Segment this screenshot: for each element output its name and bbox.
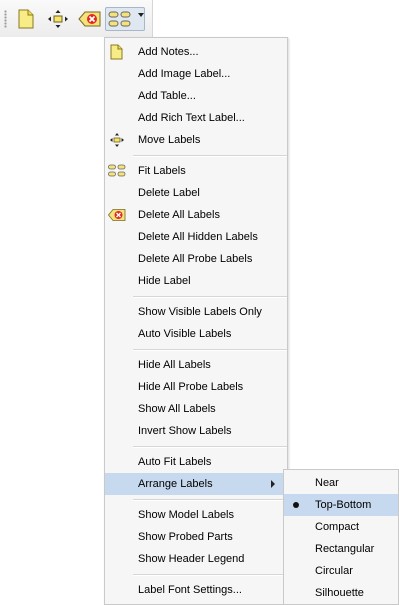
menu-separator xyxy=(133,349,287,351)
menu-item-label: Label Font Settings... xyxy=(138,584,242,596)
arrange-labels-submenu: Near Top-Bottom Compact Rectangular Circ… xyxy=(283,469,399,605)
menu-item-label: Delete All Hidden Labels xyxy=(138,231,258,243)
menu-item-label: Fit Labels xyxy=(138,165,186,177)
fit-labels-icon xyxy=(108,162,126,180)
chevron-down-icon[interactable] xyxy=(138,13,144,17)
menu-item-label: Hide Label xyxy=(138,275,191,287)
menu-item-hide-label[interactable]: Hide Label xyxy=(105,270,287,292)
menu-item-show-probed-parts[interactable]: Show Probed Parts xyxy=(105,526,287,548)
move-labels-toolbar-button[interactable] xyxy=(44,7,71,31)
delete-all-labels-icon xyxy=(108,206,126,224)
menu-item-label: Auto Visible Labels xyxy=(138,328,232,340)
menu-item-label: Invert Show Labels xyxy=(138,425,232,437)
menu-item-delete-label[interactable]: Delete Label xyxy=(105,182,287,204)
menu-item-label: Show Visible Labels Only xyxy=(138,306,262,318)
menu-item-label: Move Labels xyxy=(138,134,201,146)
submenu-item-compact[interactable]: Compact xyxy=(284,516,398,538)
menu-separator xyxy=(133,296,287,298)
labels-dropdown-menu: Add Notes... Add Image Label... Add Tabl… xyxy=(104,37,288,605)
submenu-item-rectangular[interactable]: Rectangular xyxy=(284,538,398,560)
menu-item-hide-all-labels[interactable]: Hide All Labels xyxy=(105,354,287,376)
menu-item-label-font-settings[interactable]: Label Font Settings... xyxy=(105,579,287,601)
menu-separator xyxy=(133,155,287,157)
menu-item-hide-all-probe-labels[interactable]: Hide All Probe Labels xyxy=(105,376,287,398)
fit-labels-icon xyxy=(108,11,131,27)
menu-item-fit-labels[interactable]: Fit Labels xyxy=(105,160,287,182)
submenu-item-label: Circular xyxy=(315,565,353,577)
notes-icon xyxy=(108,43,126,61)
menu-item-label: Add Rich Text Label... xyxy=(138,112,245,124)
move-labels-icon xyxy=(47,10,68,28)
submenu-item-label: Compact xyxy=(315,521,360,533)
menu-separator xyxy=(133,499,287,501)
menu-item-label: Delete All Labels xyxy=(138,209,220,221)
menu-item-delete-all-hidden-labels[interactable]: Delete All Hidden Labels xyxy=(105,226,287,248)
fit-labels-toolbar-button[interactable] xyxy=(105,7,145,31)
menu-item-label: Add Table... xyxy=(138,90,196,102)
menu-item-label: Auto Fit Labels xyxy=(138,456,212,468)
menu-item-label: Show Model Labels xyxy=(138,509,235,521)
menu-item-invert-show-labels[interactable]: Invert Show Labels xyxy=(105,420,287,442)
notes-icon xyxy=(18,9,33,29)
menu-item-arrange-labels[interactable]: Arrange Labels xyxy=(105,473,287,495)
menu-item-label: Hide All Labels xyxy=(138,359,211,371)
submenu-item-label: Near xyxy=(315,477,339,489)
menu-item-show-header-legend[interactable]: Show Header Legend xyxy=(105,548,287,570)
menu-item-add-table[interactable]: Add Table... xyxy=(105,85,287,107)
menu-item-delete-all-probe-labels[interactable]: Delete All Probe Labels xyxy=(105,248,287,270)
menu-item-label: Delete Label xyxy=(138,187,200,199)
menu-item-label: Add Notes... xyxy=(138,46,199,58)
submenu-item-circular[interactable]: Circular xyxy=(284,560,398,582)
menu-item-label: Show Header Legend xyxy=(138,553,245,565)
add-notes-toolbar-button[interactable] xyxy=(12,7,39,31)
submenu-item-top-bottom[interactable]: Top-Bottom xyxy=(284,494,398,516)
menu-item-show-model-labels[interactable]: Show Model Labels xyxy=(105,504,287,526)
menu-item-label: Hide All Probe Labels xyxy=(138,381,244,393)
menu-item-label: Show All Labels xyxy=(138,403,216,415)
submenu-item-near[interactable]: Near xyxy=(284,472,398,494)
menu-item-move-labels[interactable]: Move Labels xyxy=(105,129,287,151)
menu-item-add-image-label[interactable]: Add Image Label... xyxy=(105,63,287,85)
delete-all-labels-toolbar-button[interactable] xyxy=(76,7,103,31)
menu-item-delete-all-labels[interactable]: Delete All Labels xyxy=(105,204,287,226)
menu-item-add-rich-text-label[interactable]: Add Rich Text Label... xyxy=(105,107,287,129)
menu-item-label: Arrange Labels xyxy=(138,478,213,490)
menu-item-add-notes[interactable]: Add Notes... xyxy=(105,41,287,63)
menu-item-show-all-labels[interactable]: Show All Labels xyxy=(105,398,287,420)
submenu-item-label: Silhouette xyxy=(315,587,364,599)
submenu-item-label: Top-Bottom xyxy=(315,499,372,511)
submenu-item-silhouette[interactable]: Silhouette xyxy=(284,582,398,604)
label-toolbar xyxy=(0,0,153,37)
chevron-right-icon xyxy=(271,480,275,488)
menu-item-auto-visible-labels[interactable]: Auto Visible Labels xyxy=(105,323,287,345)
toolbar-grip[interactable] xyxy=(4,10,7,28)
delete-all-labels-icon xyxy=(77,11,100,27)
radio-selected-icon xyxy=(293,502,299,508)
menu-item-show-visible-labels-only[interactable]: Show Visible Labels Only xyxy=(105,301,287,323)
menu-item-label: Delete All Probe Labels xyxy=(138,253,253,265)
menu-item-label: Show Probed Parts xyxy=(138,531,233,543)
submenu-item-label: Rectangular xyxy=(315,543,375,555)
menu-item-label: Add Image Label... xyxy=(138,68,231,80)
menu-item-auto-fit-labels[interactable]: Auto Fit Labels xyxy=(105,451,287,473)
menu-separator xyxy=(133,446,287,448)
move-labels-icon xyxy=(108,131,126,149)
menu-separator xyxy=(133,574,287,576)
